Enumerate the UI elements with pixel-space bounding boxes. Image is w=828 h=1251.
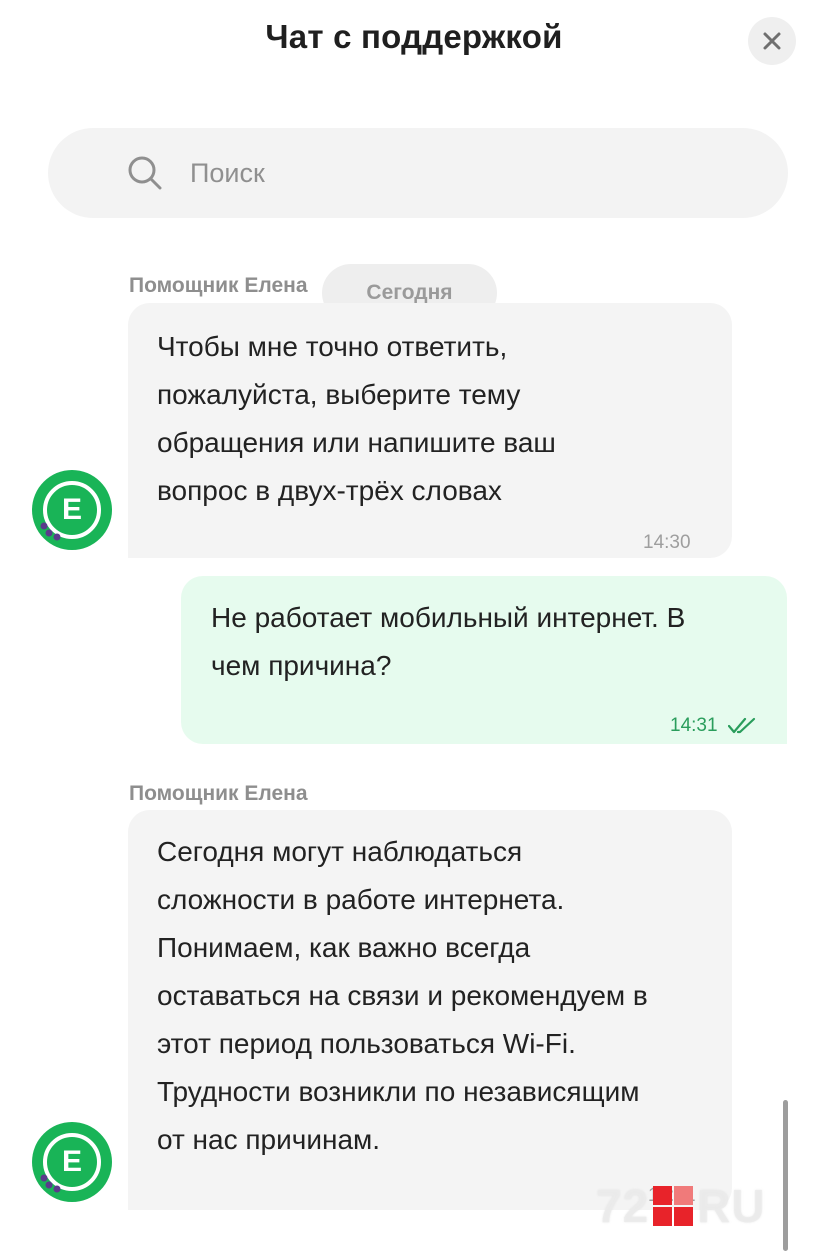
close-button[interactable] xyxy=(748,17,796,65)
page-title: Чат с поддержкой xyxy=(265,18,563,55)
logo-squares-icon xyxy=(653,1186,694,1226)
outgoing-message: Не работает мобильный интернет. В чем пр… xyxy=(181,576,787,744)
message-time: 14:31 xyxy=(670,715,718,736)
watermark-left: 72 xyxy=(596,1180,650,1232)
scrollbar[interactable] xyxy=(783,1100,788,1251)
avatar-letter: Е xyxy=(61,1145,82,1178)
watermark-right: RU xyxy=(697,1180,766,1232)
close-icon xyxy=(763,32,781,50)
message-text: Чтобы мне точно ответить, пожалуйста, вы… xyxy=(157,331,556,506)
incoming-message: Сегодня могут наблюдаться сложности в ра… xyxy=(128,810,732,1210)
message-time: 14:30 xyxy=(643,532,691,553)
search-bar[interactable] xyxy=(48,128,788,218)
message-text: Сегодня могут наблюдаться сложности в ра… xyxy=(157,836,648,1155)
message-text: Не работает мобильный интернет. В чем пр… xyxy=(211,602,686,681)
search-input[interactable] xyxy=(190,157,750,189)
avatar-letter: Е xyxy=(61,493,82,526)
watermark-logo: 72 RU xyxy=(596,1180,766,1232)
typing-dots-icon xyxy=(40,522,61,541)
message-time-status: 14:31 xyxy=(670,702,756,750)
assistant-avatar: Е xyxy=(32,1122,112,1202)
search-icon xyxy=(128,156,162,190)
sender-name: Помощник Елена xyxy=(129,274,308,297)
assistant-avatar: Е xyxy=(32,470,112,550)
typing-dots-icon xyxy=(40,1174,61,1193)
double-check-icon xyxy=(727,717,755,734)
sender-name: Помощник Елена xyxy=(129,782,308,805)
incoming-message: Чтобы мне точно ответить, пожалуйста, вы… xyxy=(128,303,732,558)
